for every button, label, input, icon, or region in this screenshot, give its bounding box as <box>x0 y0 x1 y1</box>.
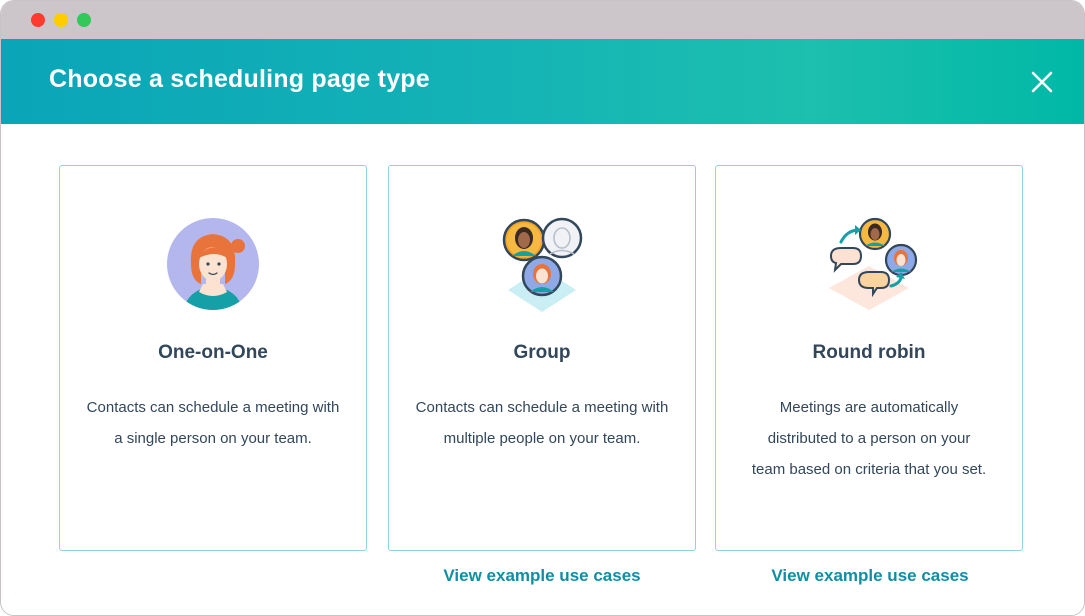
card-title: One-on-One <box>158 342 268 363</box>
card-description: Contacts can schedule a meeting with mul… <box>415 399 669 447</box>
close-icon[interactable] <box>1028 68 1056 96</box>
card-round-robin[interactable]: Round robin Meetings are automatically d… <box>715 165 1023 551</box>
minimize-window-button[interactable] <box>54 13 68 27</box>
app-window: Choose a scheduling page type One-on-One… <box>0 0 1085 616</box>
card-description: Meetings are automatically distributed t… <box>751 399 987 478</box>
view-example-use-cases-link-round-robin[interactable]: View example use cases <box>771 566 968 586</box>
card-title: Group <box>513 342 571 363</box>
card-one-on-one[interactable]: One-on-One Contacts can schedule a meeti… <box>59 165 367 551</box>
round-robin-icon <box>819 214 919 314</box>
window-titlebar <box>1 1 1084 39</box>
card-group[interactable]: Group Contacts can schedule a meeting wi… <box>388 165 696 551</box>
maximize-window-button[interactable] <box>77 13 91 27</box>
card-description: Contacts can schedule a meeting with a s… <box>86 399 340 447</box>
group-avatars-icon <box>492 214 592 314</box>
modal-title: Choose a scheduling page type <box>49 65 430 93</box>
close-window-button[interactable] <box>31 13 45 27</box>
view-example-use-cases-link-group[interactable]: View example use cases <box>443 566 640 586</box>
card-title: Round robin <box>812 342 926 363</box>
single-person-avatar-icon <box>163 214 263 314</box>
modal-header: Choose a scheduling page type <box>1 39 1084 124</box>
